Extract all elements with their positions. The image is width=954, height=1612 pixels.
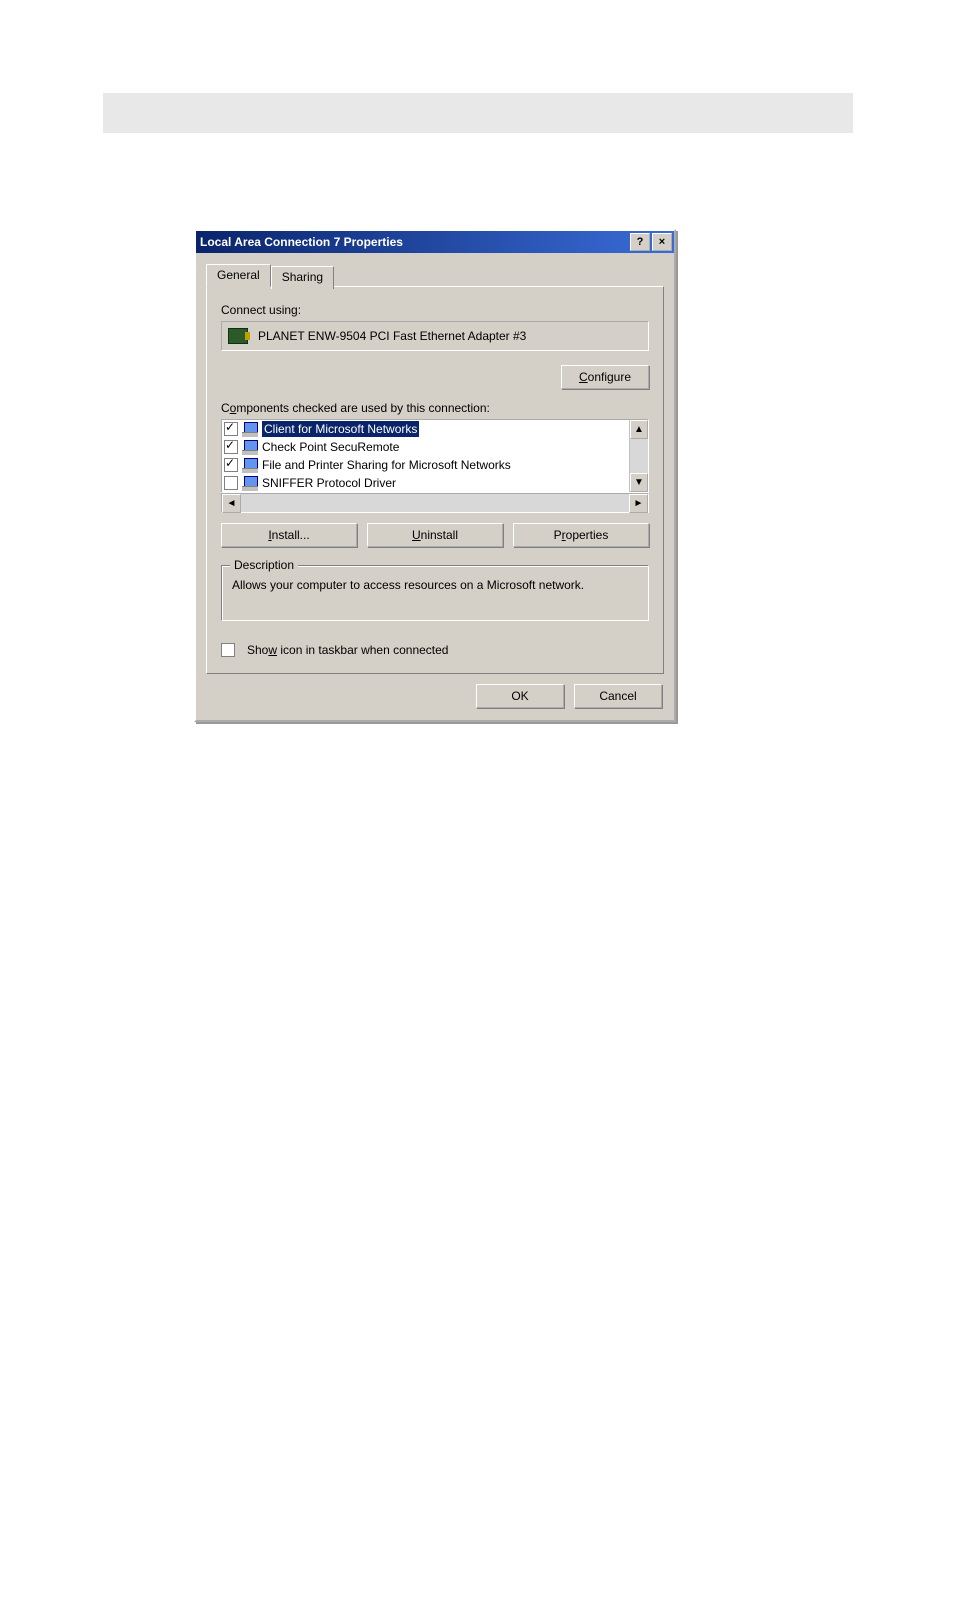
scroll-right-button[interactable]: ►: [629, 494, 648, 513]
ok-button[interactable]: OK: [476, 684, 564, 708]
help-button[interactable]: ?: [630, 233, 650, 251]
show-icon-label: Show icon in taskbar when connected: [247, 643, 448, 657]
network-protocol-icon: [242, 476, 258, 490]
list-item-label: Check Point SecuRemote: [262, 440, 399, 454]
horizontal-scrollbar[interactable]: ◄ ►: [221, 493, 649, 513]
description-legend: Description: [230, 558, 298, 572]
scroll-left-button[interactable]: ◄: [222, 494, 241, 513]
components-listbox[interactable]: Client for Microsoft Networks Check Poin…: [221, 419, 649, 493]
install-button[interactable]: Install...: [221, 523, 357, 547]
tab-strip: General Sharing: [206, 264, 664, 287]
tab-label: Sharing: [282, 270, 323, 284]
components-list-content: Client for Microsoft Networks Check Poin…: [222, 420, 629, 492]
tab-panel-general: Connect using: PLANET ENW-9504 PCI Fast …: [206, 286, 664, 674]
cancel-button[interactable]: Cancel: [574, 684, 662, 708]
network-service-icon: [242, 458, 258, 472]
network-client-icon: [242, 422, 258, 436]
connect-using-label: Connect using:: [221, 303, 649, 317]
dialog-title: Local Area Connection 7 Properties: [200, 235, 628, 249]
adapter-name: PLANET ENW-9504 PCI Fast Ethernet Adapte…: [258, 329, 526, 343]
adapter-field: PLANET ENW-9504 PCI Fast Ethernet Adapte…: [221, 321, 649, 351]
checkbox-icon[interactable]: [224, 440, 238, 454]
properties-button[interactable]: Properties: [513, 523, 649, 547]
close-icon: ×: [659, 237, 665, 248]
checkbox-icon[interactable]: [224, 458, 238, 472]
tab-sharing[interactable]: Sharing: [271, 266, 334, 289]
list-item-label: SNIFFER Protocol Driver: [262, 476, 396, 490]
close-button[interactable]: ×: [652, 233, 672, 251]
checkbox-icon[interactable]: [224, 476, 238, 490]
tab-general[interactable]: General: [206, 264, 271, 287]
description-text: Allows your computer to access resources…: [232, 578, 638, 592]
list-item[interactable]: Check Point SecuRemote: [222, 438, 629, 456]
network-client-icon: [242, 440, 258, 454]
network-card-icon: [228, 328, 248, 344]
show-icon-checkbox[interactable]: [221, 643, 235, 657]
titlebar[interactable]: Local Area Connection 7 Properties ? ×: [196, 231, 674, 253]
tab-label: General: [217, 268, 260, 282]
list-item-label: Client for Microsoft Networks: [262, 421, 419, 437]
help-icon: ?: [637, 237, 644, 248]
properties-dialog: Local Area Connection 7 Properties ? × G…: [194, 229, 676, 722]
scroll-up-button[interactable]: ▲: [630, 420, 648, 439]
uninstall-button[interactable]: Uninstall: [367, 523, 503, 547]
list-item-label: File and Printer Sharing for Microsoft N…: [262, 458, 511, 472]
list-item[interactable]: File and Printer Sharing for Microsoft N…: [222, 456, 629, 474]
vertical-scrollbar[interactable]: ▲ ▼: [629, 420, 648, 492]
list-item[interactable]: Client for Microsoft Networks: [222, 420, 629, 438]
configure-button[interactable]: Configure: [561, 365, 649, 389]
page-header-band: [103, 93, 853, 133]
components-label: Components checked are used by this conn…: [221, 401, 649, 415]
checkbox-icon[interactable]: [224, 422, 238, 436]
show-icon-row: Show icon in taskbar when connected: [221, 643, 649, 657]
description-group: Description Allows your computer to acce…: [221, 565, 649, 621]
scroll-down-button[interactable]: ▼: [630, 473, 648, 492]
list-item[interactable]: SNIFFER Protocol Driver: [222, 474, 629, 492]
